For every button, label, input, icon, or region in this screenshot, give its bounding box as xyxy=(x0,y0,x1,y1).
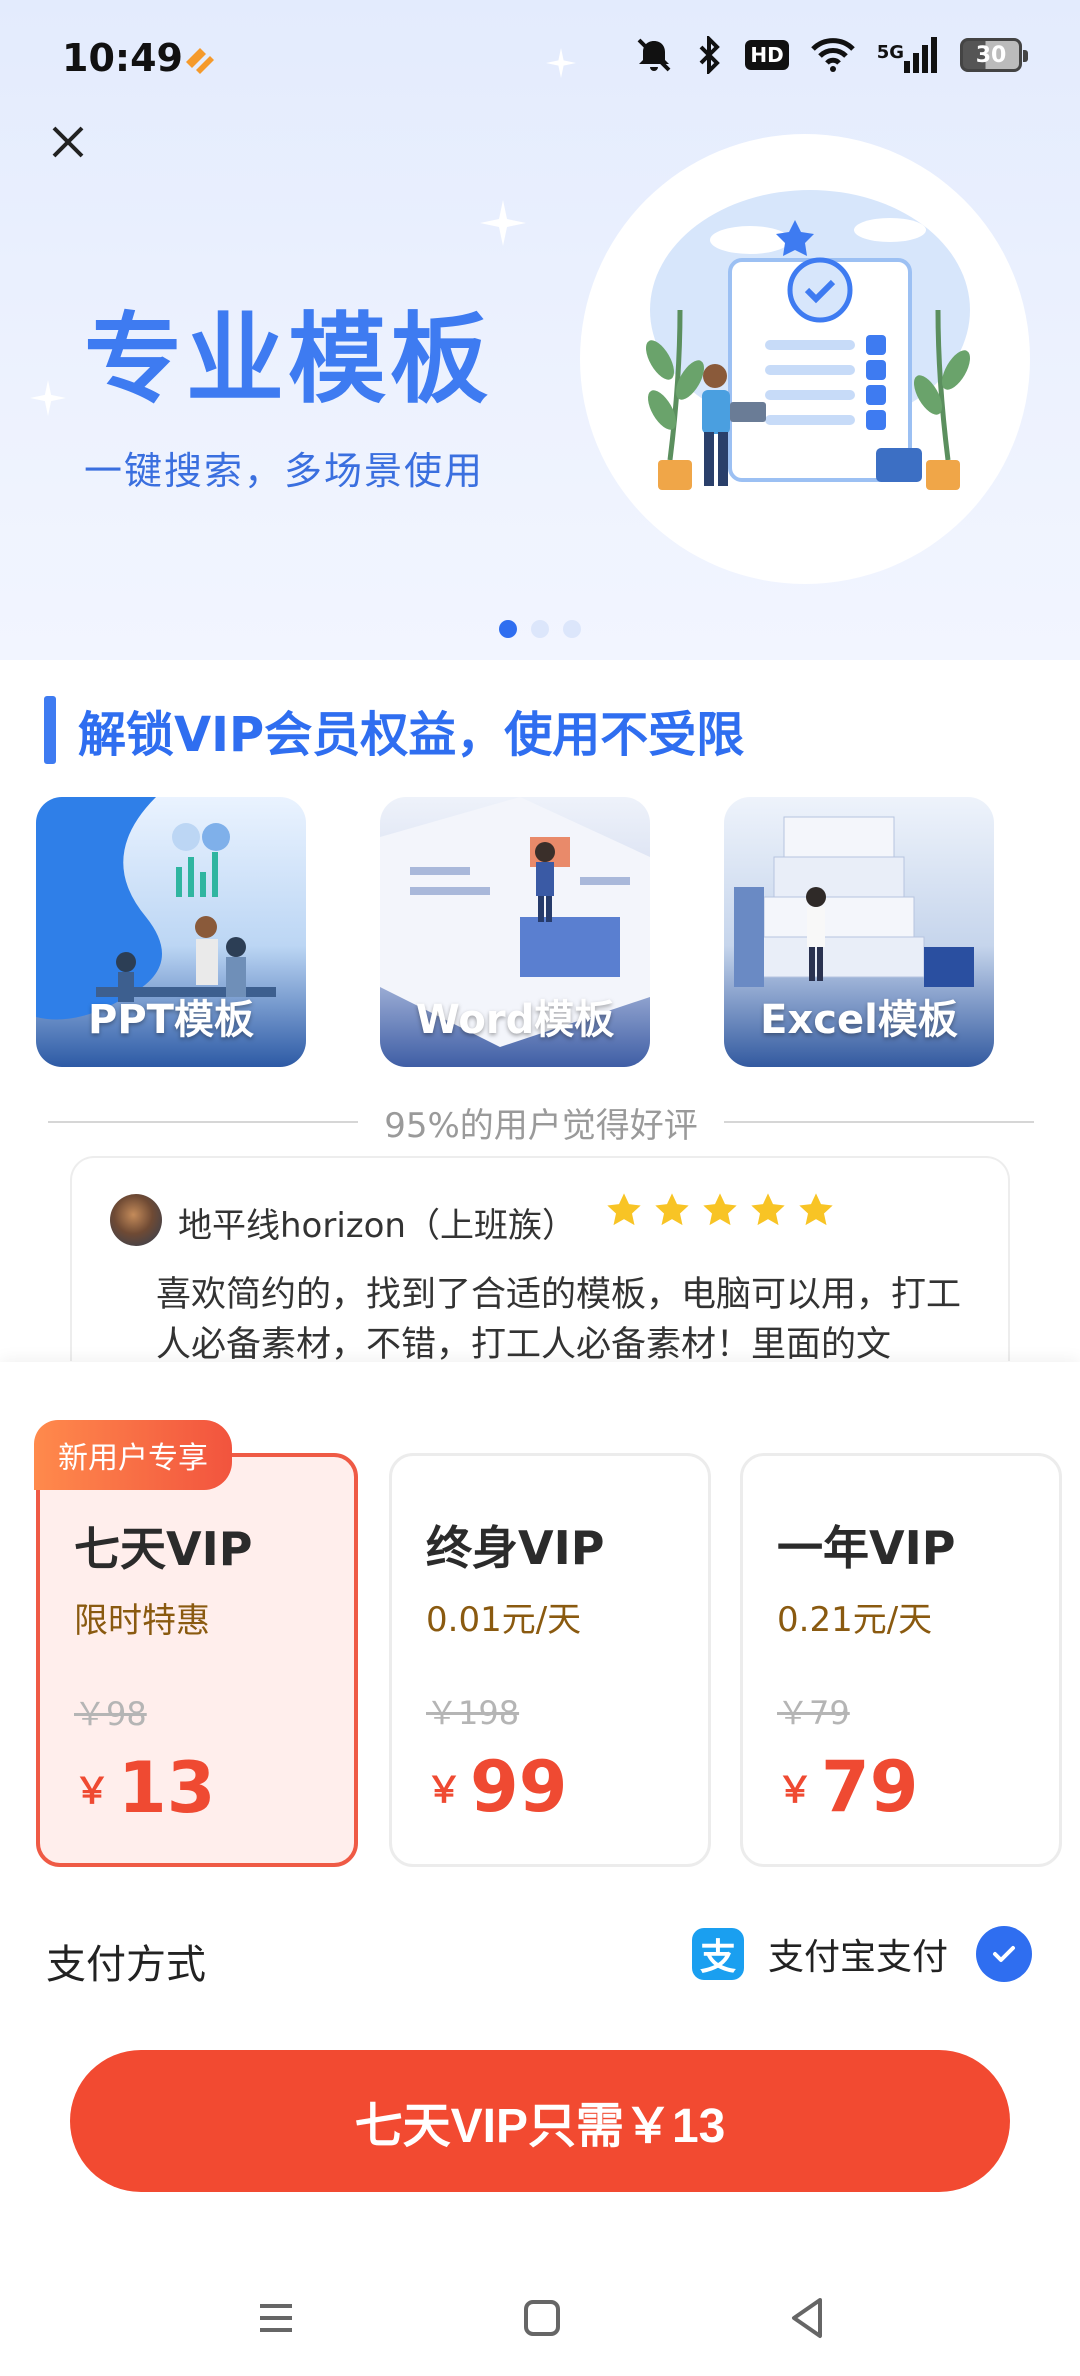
plan-price: ￥ 13 xyxy=(74,1747,215,1829)
back-icon[interactable] xyxy=(780,2290,836,2346)
status-bar: 10:49 HD 5G 30 xyxy=(0,0,1080,120)
review-card: 地平线horizon（上班族） 喜欢简约的，找到了合适的模板，电脑可以用，打工人… xyxy=(70,1156,1010,1361)
currency-symbol: ￥ xyxy=(426,1770,463,1811)
plan-subtitle: 限时特惠 xyxy=(74,1601,210,1641)
menu-icon[interactable] xyxy=(248,2290,304,2346)
cell-signal: 5G xyxy=(877,37,938,73)
plan-price: ￥ 99 xyxy=(426,1746,567,1828)
hero-subtitle: 一键搜索，多场景使用 xyxy=(84,449,485,493)
new-user-badge: 新用户专享 xyxy=(34,1420,232,1490)
check-icon[interactable] xyxy=(976,1926,1032,1982)
rating-text: 95%的用户觉得好评 xyxy=(384,1105,698,1146)
currency-symbol: ￥ xyxy=(777,1770,814,1811)
carousel-dot xyxy=(563,620,581,638)
alipay-icon: 支 xyxy=(691,1928,744,1980)
sparkle-icon xyxy=(480,200,526,250)
network-type: 5G xyxy=(876,42,904,63)
plan-card-seven-day[interactable]: 七天VIP 限时特惠 ￥98 ￥ 13 xyxy=(36,1453,358,1867)
avatar xyxy=(110,1194,162,1246)
currency-symbol: ￥ xyxy=(74,1771,111,1812)
hd-icon: HD xyxy=(745,40,789,70)
carousel-indicator xyxy=(0,620,1080,638)
wifi-icon xyxy=(810,38,855,72)
mute-bell-icon xyxy=(637,38,671,72)
review-user-name: 地平线horizon（上班族） xyxy=(178,1206,576,1246)
rating-divider: 95%的用户觉得好评 xyxy=(48,1098,1035,1146)
close-icon[interactable] xyxy=(44,118,92,166)
plan-name: 七天VIP xyxy=(74,1522,253,1576)
system-nav-bar xyxy=(0,2260,1080,2376)
plan-original-price: ￥198 xyxy=(426,1694,520,1732)
purchase-button[interactable]: 七天VIP只需￥13 xyxy=(70,2050,1010,2192)
app-notification-icon xyxy=(186,48,214,74)
home-icon[interactable] xyxy=(514,2290,570,2346)
template-label-ppt: PPT模板 xyxy=(88,997,254,1043)
benefits-heading-text: 解锁VIP会员权益，使用不受限 xyxy=(78,707,745,763)
plan-original-price: ￥79 xyxy=(777,1694,850,1732)
star-icon xyxy=(607,1193,641,1226)
plan-name: 一年VIP xyxy=(777,1521,956,1575)
star-icon xyxy=(751,1193,785,1226)
plan-card-lifetime[interactable]: 终身VIP 0.01元/天 ￥198 ￥ 99 xyxy=(389,1453,711,1867)
plan-price-value: 79 xyxy=(821,1746,919,1828)
benefits-heading: 解锁VIP会员权益，使用不受限 xyxy=(44,695,744,765)
plan-subtitle: 0.21元/天 xyxy=(777,1600,933,1640)
payment-option-alipay[interactable]: 支 支付宝支付 xyxy=(691,1926,1032,1982)
divider-line xyxy=(723,1121,1035,1123)
plan-card-one-year[interactable]: 一年VIP 0.21元/天 ￥79 ￥ 79 xyxy=(740,1453,1062,1867)
plan-name: 终身VIP xyxy=(426,1521,605,1575)
template-card-excel[interactable]: Excel模板 xyxy=(724,797,994,1067)
agreement-text-clipped xyxy=(60,2232,1020,2240)
status-time: 10:49 xyxy=(62,36,183,80)
sparkle-icon xyxy=(30,380,66,420)
battery-icon: 30 xyxy=(960,38,1028,72)
plan-price-value: 13 xyxy=(118,1747,216,1829)
bluetooth-icon xyxy=(699,36,721,74)
review-text: 喜欢简约的，找到了合适的模板，电脑可以用，打工人必备素材，不错，打工人必备素材！… xyxy=(156,1275,962,1361)
signal-bars-icon xyxy=(904,37,937,73)
star-icon xyxy=(799,1193,833,1226)
hero-illustration xyxy=(646,190,970,490)
hero-title: 专业模板 xyxy=(84,303,493,417)
plan-price: ￥ 79 xyxy=(777,1746,918,1828)
status-icons: HD 5G 30 xyxy=(635,36,1028,74)
star-icon xyxy=(703,1193,737,1226)
carousel-dot xyxy=(499,620,517,638)
review-stars xyxy=(604,1190,836,1230)
star-icon xyxy=(655,1193,689,1226)
template-card-word[interactable]: Word模板 xyxy=(380,797,650,1067)
carousel-dot xyxy=(531,620,549,638)
payment-method-name: 支付宝支付 xyxy=(767,1937,948,1978)
divider-line xyxy=(48,1121,359,1123)
template-card-ppt[interactable]: PPT模板 xyxy=(36,797,306,1067)
plan-price-value: 99 xyxy=(470,1746,568,1828)
template-label-word: Word模板 xyxy=(415,997,615,1043)
plan-subtitle: 0.01元/天 xyxy=(426,1600,582,1640)
heading-accent-bar xyxy=(44,696,56,764)
payment-method-label: 支付方式 xyxy=(46,1942,206,1988)
template-label-excel: Excel模板 xyxy=(760,997,958,1043)
plan-original-price: ￥98 xyxy=(74,1695,147,1733)
